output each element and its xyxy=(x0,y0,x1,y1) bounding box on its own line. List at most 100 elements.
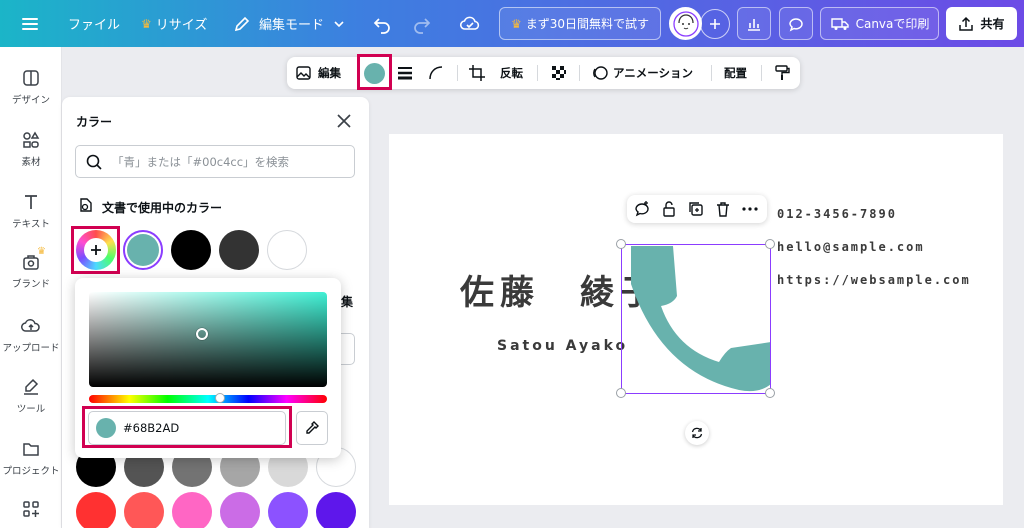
toolbar-divider xyxy=(761,65,762,81)
hue-knob[interactable] xyxy=(215,393,225,403)
free-trial-label: まず30日間無料で試す xyxy=(525,17,650,31)
element-floating-toolbar xyxy=(627,195,767,223)
doc-color-swatch[interactable] xyxy=(267,230,307,270)
crop-button[interactable] xyxy=(468,57,486,89)
hamburger-icon xyxy=(22,17,38,30)
text-t-icon xyxy=(25,195,37,209)
default-color-swatch[interactable] xyxy=(316,492,356,528)
resize-label: リサイズ xyxy=(155,18,208,33)
collaborators[interactable] xyxy=(669,0,730,47)
sidebar-item-label: ツール xyxy=(16,404,46,415)
toolbar-divider xyxy=(711,65,712,81)
palette-doc-icon xyxy=(80,198,92,212)
folder-icon xyxy=(23,443,39,456)
add-color-button[interactable] xyxy=(76,230,116,270)
animation-icon xyxy=(593,66,608,80)
flip-button[interactable]: 反転 xyxy=(500,57,523,89)
image-edit-icon xyxy=(296,66,311,80)
card-email[interactable]: hello@sample.com xyxy=(777,240,925,254)
print-label: Canvaで印刷 xyxy=(855,17,930,31)
eyedropper-icon xyxy=(306,421,319,434)
cloud-check-icon xyxy=(459,16,480,30)
comment-add-icon[interactable] xyxy=(633,200,651,218)
default-color-swatch[interactable] xyxy=(124,492,164,528)
default-color-swatch[interactable] xyxy=(268,492,308,528)
avatar[interactable] xyxy=(669,7,702,40)
default-color-swatch[interactable] xyxy=(76,492,116,528)
corner-rounding-button[interactable] xyxy=(427,57,445,89)
resize-handle[interactable] xyxy=(765,388,775,398)
rotate-handle[interactable] xyxy=(685,421,709,445)
sv-knob[interactable] xyxy=(196,328,208,340)
crop-icon xyxy=(469,65,485,81)
toolbar-divider xyxy=(537,65,538,81)
plus-icon xyxy=(91,245,101,255)
undo-icon xyxy=(373,17,390,34)
current-color-swatch xyxy=(364,62,385,84)
eyedropper-button[interactable] xyxy=(296,411,328,445)
upload-icon xyxy=(959,16,974,31)
resize-handle[interactable] xyxy=(616,388,626,398)
sidebar-item-label: プロジェクト xyxy=(2,466,60,477)
hex-input[interactable]: #68B2AD xyxy=(88,411,286,445)
file-menu[interactable]: ファイル xyxy=(68,0,120,47)
print-button[interactable]: Canvaで印刷 xyxy=(820,7,939,40)
corner-curve-icon xyxy=(429,66,443,80)
draw-tool-icon xyxy=(24,378,39,395)
search-placeholder: 「青」または「#00c4cc」を検索 xyxy=(112,154,290,169)
sidebar-item-brand[interactable]: ♛ ブランド xyxy=(0,246,62,290)
sidebar-item-elements[interactable]: 素材 xyxy=(0,130,62,168)
cloud-save-status[interactable] xyxy=(459,0,481,47)
color-button[interactable] xyxy=(364,57,385,89)
doc-color-swatch[interactable] xyxy=(171,230,211,270)
position-button[interactable]: 配置 xyxy=(724,57,747,89)
edit-label: 編集 xyxy=(318,66,341,80)
redo-button[interactable] xyxy=(412,0,432,47)
selection-box xyxy=(616,239,775,398)
card-phone[interactable]: 012-3456-7890 xyxy=(777,207,897,221)
sidebar-item-label: アップロード xyxy=(2,343,60,354)
bar-chart-icon xyxy=(748,18,760,31)
color-search-input[interactable]: 「青」または「#00c4cc」を検索 xyxy=(75,145,355,178)
edit-mode-label: 編集モード xyxy=(259,18,325,33)
sidebar-item-tools[interactable]: ツール xyxy=(0,377,62,415)
apps-grid-icon xyxy=(23,501,39,517)
comment-button[interactable] xyxy=(779,7,813,40)
default-color-swatch[interactable] xyxy=(220,492,260,528)
sidebar-item-text[interactable]: テキスト xyxy=(0,192,62,230)
resize-handle[interactable] xyxy=(765,239,775,249)
resize-handle[interactable] xyxy=(616,239,626,249)
animation-label: アニメーション xyxy=(613,66,694,80)
animate-button[interactable]: アニメーション xyxy=(591,57,693,89)
card-romaji[interactable]: Satou Ayako xyxy=(497,338,628,354)
menu-button[interactable] xyxy=(20,0,40,47)
hex-value: #68B2AD xyxy=(123,421,180,435)
resize-button[interactable]: ♛ リサイズ xyxy=(141,0,207,47)
undo-button[interactable] xyxy=(372,0,392,47)
insights-button[interactable] xyxy=(737,7,771,40)
saturation-value-area[interactable] xyxy=(89,292,327,387)
sidebar-item-uploads[interactable]: アップロード xyxy=(0,316,62,354)
edit-image-button[interactable]: 編集 xyxy=(295,57,341,89)
border-style-button[interactable] xyxy=(396,57,414,89)
hue-slider[interactable] xyxy=(89,393,327,403)
sidebar-item-design[interactable]: デザイン xyxy=(0,68,62,106)
share-button[interactable]: 共有 xyxy=(946,7,1017,40)
context-toolbar: 編集 反転 アニメーション 配置 xyxy=(287,54,800,90)
sidebar-item-apps[interactable] xyxy=(0,499,62,523)
edit-mode-button[interactable]: 編集モード xyxy=(233,0,346,47)
trash-icon[interactable] xyxy=(714,200,732,218)
default-color-swatch[interactable] xyxy=(172,492,212,528)
transparency-button[interactable] xyxy=(550,57,568,89)
copy-style-button[interactable] xyxy=(773,57,791,89)
close-icon[interactable] xyxy=(334,111,354,131)
card-website[interactable]: https://websample.com xyxy=(777,273,971,287)
free-trial-button[interactable]: ♛ まず30日間無料で試す xyxy=(499,7,661,40)
lock-icon[interactable] xyxy=(660,200,678,218)
add-collaborator-button[interactable] xyxy=(700,8,730,39)
doc-color-swatch-selected[interactable] xyxy=(123,230,163,270)
doc-color-swatch[interactable] xyxy=(219,230,259,270)
more-icon[interactable] xyxy=(741,200,759,218)
sidebar-item-projects[interactable]: プロジェクト xyxy=(0,439,62,477)
duplicate-icon[interactable] xyxy=(687,200,705,218)
